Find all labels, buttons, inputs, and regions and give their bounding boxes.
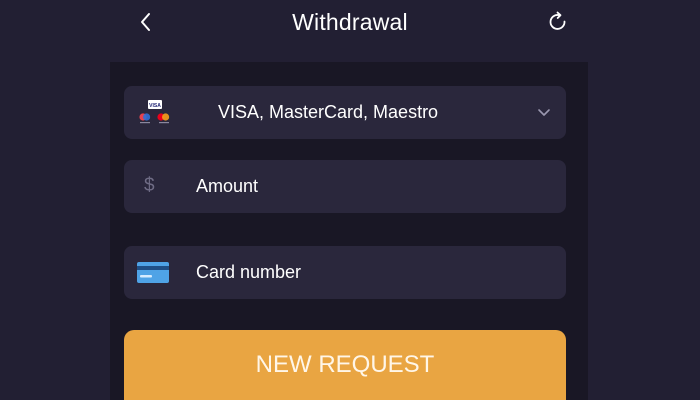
refresh-button[interactable] bbox=[543, 6, 573, 38]
chevron-down-icon bbox=[538, 109, 550, 116]
refresh-icon bbox=[549, 11, 566, 30]
amount-placeholder: Amount bbox=[196, 176, 259, 196]
page-title: Withdrawal bbox=[292, 9, 408, 35]
new-request-button[interactable]: NEW REQUEST bbox=[124, 330, 566, 400]
payment-method-value: VISA, MasterCard, Maestro bbox=[218, 102, 439, 122]
amount-field[interactable]: $ Amount bbox=[124, 160, 566, 213]
card-number-field[interactable]: Card number bbox=[124, 246, 566, 299]
chevron-left-icon bbox=[141, 13, 150, 31]
cards-logo-icon: VISA bbox=[139, 100, 170, 124]
back-button[interactable] bbox=[132, 6, 160, 38]
header: Withdrawal bbox=[0, 0, 700, 62]
dollar-icon: $ bbox=[144, 175, 155, 196]
withdrawal-screen: Withdrawal VISA VISA, MasterCard, Maestr… bbox=[0, 0, 700, 400]
svg-text:VISA: VISA bbox=[149, 103, 161, 109]
credit-card-icon bbox=[137, 262, 169, 283]
card-number-placeholder: Card number bbox=[196, 262, 302, 282]
withdrawal-form: VISA VISA, MasterCard, Maestro $ Amount bbox=[110, 62, 588, 400]
payment-method-select[interactable]: VISA VISA, MasterCard, Maestro bbox=[124, 86, 566, 139]
